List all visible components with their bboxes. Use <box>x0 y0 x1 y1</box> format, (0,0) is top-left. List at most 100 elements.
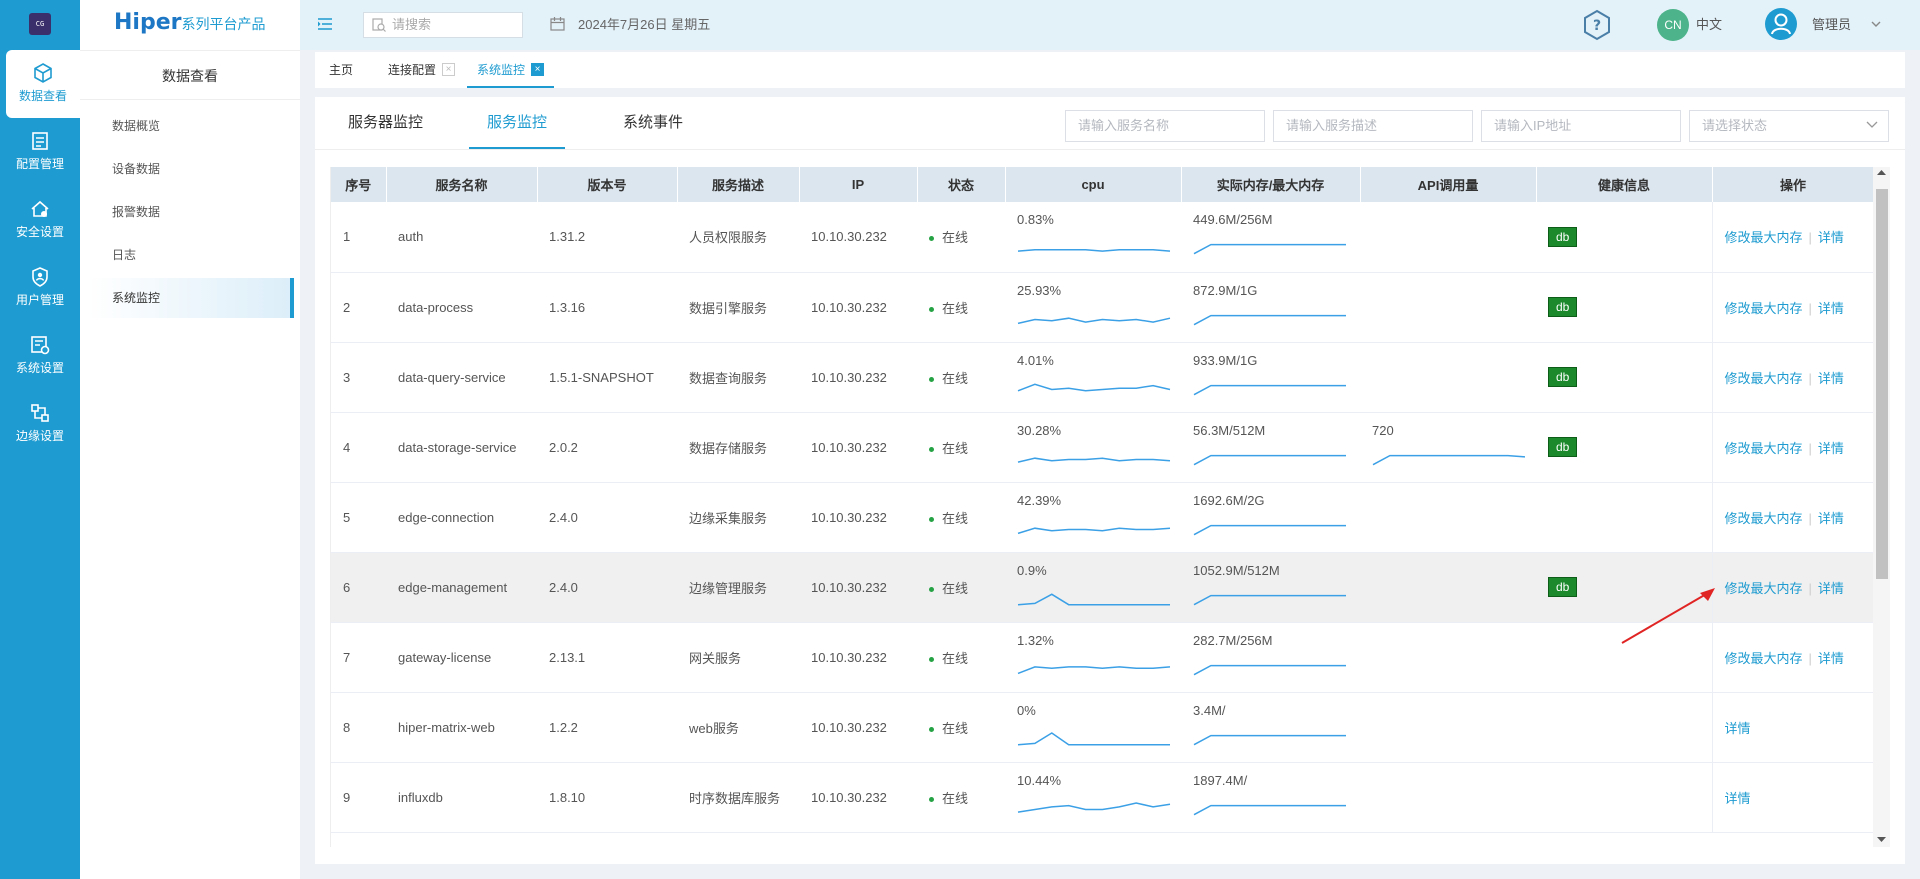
cpu-value: 0.83% <box>1017 212 1054 227</box>
lang-label[interactable]: 中文 <box>1696 0 1722 50</box>
tab-connection-config[interactable]: 连接配置 × <box>378 52 465 88</box>
edit-max-memory-link[interactable]: 修改最大内存 <box>1725 511 1803 526</box>
service-name-filter[interactable]: 请输入服务名称 <box>1065 110 1265 142</box>
edit-max-memory-link[interactable]: 修改最大内存 <box>1725 581 1803 596</box>
cell-actions: 详情 <box>1711 762 1874 833</box>
main-nav: CG 数据查看 配置管理 安全设置 用户管理 系统设置 边缘设置 <box>0 0 80 879</box>
cell-status: 在线 <box>917 552 1005 623</box>
table-row[interactable]: 2 data-process 1.3.16 数据引擎服务 10.10.30.232 在线 2… <box>331 272 1874 343</box>
memory-value: 872.9M/1G <box>1193 282 1258 298</box>
app-icon[interactable]: CG <box>29 13 51 35</box>
cpu-sparkline <box>1017 526 1171 534</box>
cpu-sparkline <box>1017 801 1171 813</box>
sparkline-path <box>1193 804 1346 815</box>
scrollbar[interactable] <box>1873 167 1890 847</box>
cell-no: 7 <box>331 622 386 693</box>
lang-badge[interactable]: CN <box>1657 9 1689 41</box>
column-header: 服务名称 <box>386 167 538 202</box>
chevron-down-icon[interactable] <box>1871 21 1881 28</box>
cube-icon <box>34 63 52 83</box>
table-row[interactable]: 5 edge-connection 2.4.0 边缘采集服务 10.10.30.232 在… <box>331 482 1874 553</box>
detail-link[interactable]: 详情 <box>1818 651 1844 666</box>
health-badge[interactable]: db <box>1548 577 1578 597</box>
nav-item-config[interactable]: 配置管理 <box>0 118 80 186</box>
cell-description: web服务 <box>677 692 799 763</box>
health-badge[interactable]: db <box>1548 297 1578 317</box>
table-row[interactable]: 9 influxdb 1.8.10 时序数据库服务 10.10.30.232 在线 10.4… <box>331 762 1874 833</box>
memory-spark: 872.9M/1G <box>1193 282 1346 325</box>
scroll-down-icon[interactable] <box>1873 833 1890 845</box>
detail-link[interactable]: 详情 <box>1725 791 1751 806</box>
status-text: 在线 <box>942 650 969 666</box>
cell-cpu: 0.9% <box>1005 552 1181 623</box>
cell-cpu: 10.44% <box>1005 762 1181 833</box>
avatar[interactable] <box>1765 8 1797 40</box>
health-badge[interactable]: db <box>1548 437 1578 457</box>
user-name[interactable]: 管理员 <box>1812 0 1851 50</box>
cell-ip-text: 10.10.30.232 <box>811 369 887 385</box>
cell-memory: 872.9M/1G <box>1181 272 1360 343</box>
tab-home[interactable]: 主页 <box>319 52 363 88</box>
health-badge[interactable]: db <box>1548 367 1578 387</box>
nav-item-edge[interactable]: 边缘设置 <box>0 390 80 458</box>
detail-link[interactable]: 详情 <box>1818 441 1844 456</box>
submenu-item-alarm-data[interactable]: 报警数据 <box>88 192 294 232</box>
edit-max-memory-link[interactable]: 修改最大内存 <box>1725 371 1803 386</box>
edit-max-memory-link[interactable]: 修改最大内存 <box>1725 651 1803 666</box>
detail-link[interactable]: 详情 <box>1818 301 1844 316</box>
status-dot <box>929 656 934 662</box>
config-icon <box>32 132 48 150</box>
table-row[interactable]: 1 auth 1.31.2 人员权限服务 10.10.30.232 在线 0.83% 449.… <box>331 202 1874 273</box>
tab-system-events[interactable]: 系统事件 <box>605 97 701 149</box>
close-icon[interactable]: × <box>442 63 456 77</box>
detail-link[interactable]: 详情 <box>1725 721 1751 736</box>
status-select[interactable]: 请选择状态 <box>1689 110 1889 142</box>
nav-item-data-view[interactable]: 数据查看 <box>6 50 80 118</box>
detail-link[interactable]: 详情 <box>1818 581 1844 596</box>
sparkline-path <box>1017 316 1171 324</box>
cell-version-text: 1.31.2 <box>549 229 586 245</box>
cell-api-calls <box>1360 762 1536 833</box>
edit-max-memory-link[interactable]: 修改最大内存 <box>1725 301 1803 316</box>
service-monitor-panel: 服务器监控 服务监控 系统事件 请输入服务名称 请输入服务描述 请输入IP地址 … <box>315 97 1905 864</box>
cell-no-text: 4 <box>343 439 351 455</box>
nav-item-users[interactable]: 用户管理 <box>0 254 80 322</box>
tab-system-monitor[interactable]: 系统监控 × <box>467 52 555 88</box>
detail-link[interactable]: 详情 <box>1818 230 1844 245</box>
cpu-spark: 0.9% <box>1017 563 1170 605</box>
search-input[interactable]: 请搜索 <box>363 12 523 38</box>
health-badge[interactable]: db <box>1548 226 1578 247</box>
cell-status: 在线 <box>917 692 1005 763</box>
table-row[interactable]: 8 hiper-matrix-web 1.2.2 web服务 10.10.30.232 在… <box>331 692 1874 763</box>
cell-version: 2.4.0 <box>537 482 677 553</box>
close-icon[interactable]: × <box>531 63 545 77</box>
scroll-thumb[interactable] <box>1876 189 1888 579</box>
submenu-item-overview[interactable]: 数据概览 <box>88 106 294 146</box>
help-icon[interactable]: ? <box>1580 8 1614 42</box>
cell-version-text: 1.5.1-SNAPSHOT <box>549 369 654 385</box>
table-row[interactable]: 4 data-storage-service 2.0.2 数据存储服务 10.10.30… <box>331 412 1874 483</box>
sparkline-path <box>1193 243 1346 255</box>
detail-link[interactable]: 详情 <box>1818 371 1844 386</box>
submenu-item-system-monitor[interactable]: 系统监控 <box>88 278 294 318</box>
ip-filter[interactable]: 请输入IP地址 <box>1481 110 1681 142</box>
detail-link[interactable]: 详情 <box>1818 511 1844 526</box>
edit-max-memory-link[interactable]: 修改最大内存 <box>1725 441 1803 456</box>
cell-version: 1.5.1-SNAPSHOT <box>537 342 677 413</box>
tab-server-monitor[interactable]: 服务器监控 <box>330 97 441 149</box>
nav-item-system-settings[interactable]: 系统设置 <box>0 322 80 390</box>
service-desc-filter[interactable]: 请输入服务描述 <box>1273 110 1473 142</box>
status-dot <box>929 236 934 242</box>
edit-max-memory-link[interactable]: 修改最大内存 <box>1725 230 1803 245</box>
cell-ip-text: 10.10.30.232 <box>811 439 887 455</box>
submenu-item-device-data[interactable]: 设备数据 <box>88 149 294 189</box>
menu-toggle-icon[interactable] <box>318 18 332 30</box>
scroll-up-icon[interactable] <box>1873 167 1890 179</box>
submenu-item-logs[interactable]: 日志 <box>88 235 294 275</box>
tab-service-monitor[interactable]: 服务监控 <box>469 97 566 149</box>
table-row[interactable]: 3 data-query-service 1.5.1-SNAPSHOT 数据查询服务 1… <box>331 342 1874 413</box>
cell-api-calls <box>1360 342 1536 413</box>
cell-no: 3 <box>331 342 386 413</box>
cell-status: 在线 <box>917 202 1005 273</box>
nav-item-security[interactable]: 安全设置 <box>0 186 80 254</box>
